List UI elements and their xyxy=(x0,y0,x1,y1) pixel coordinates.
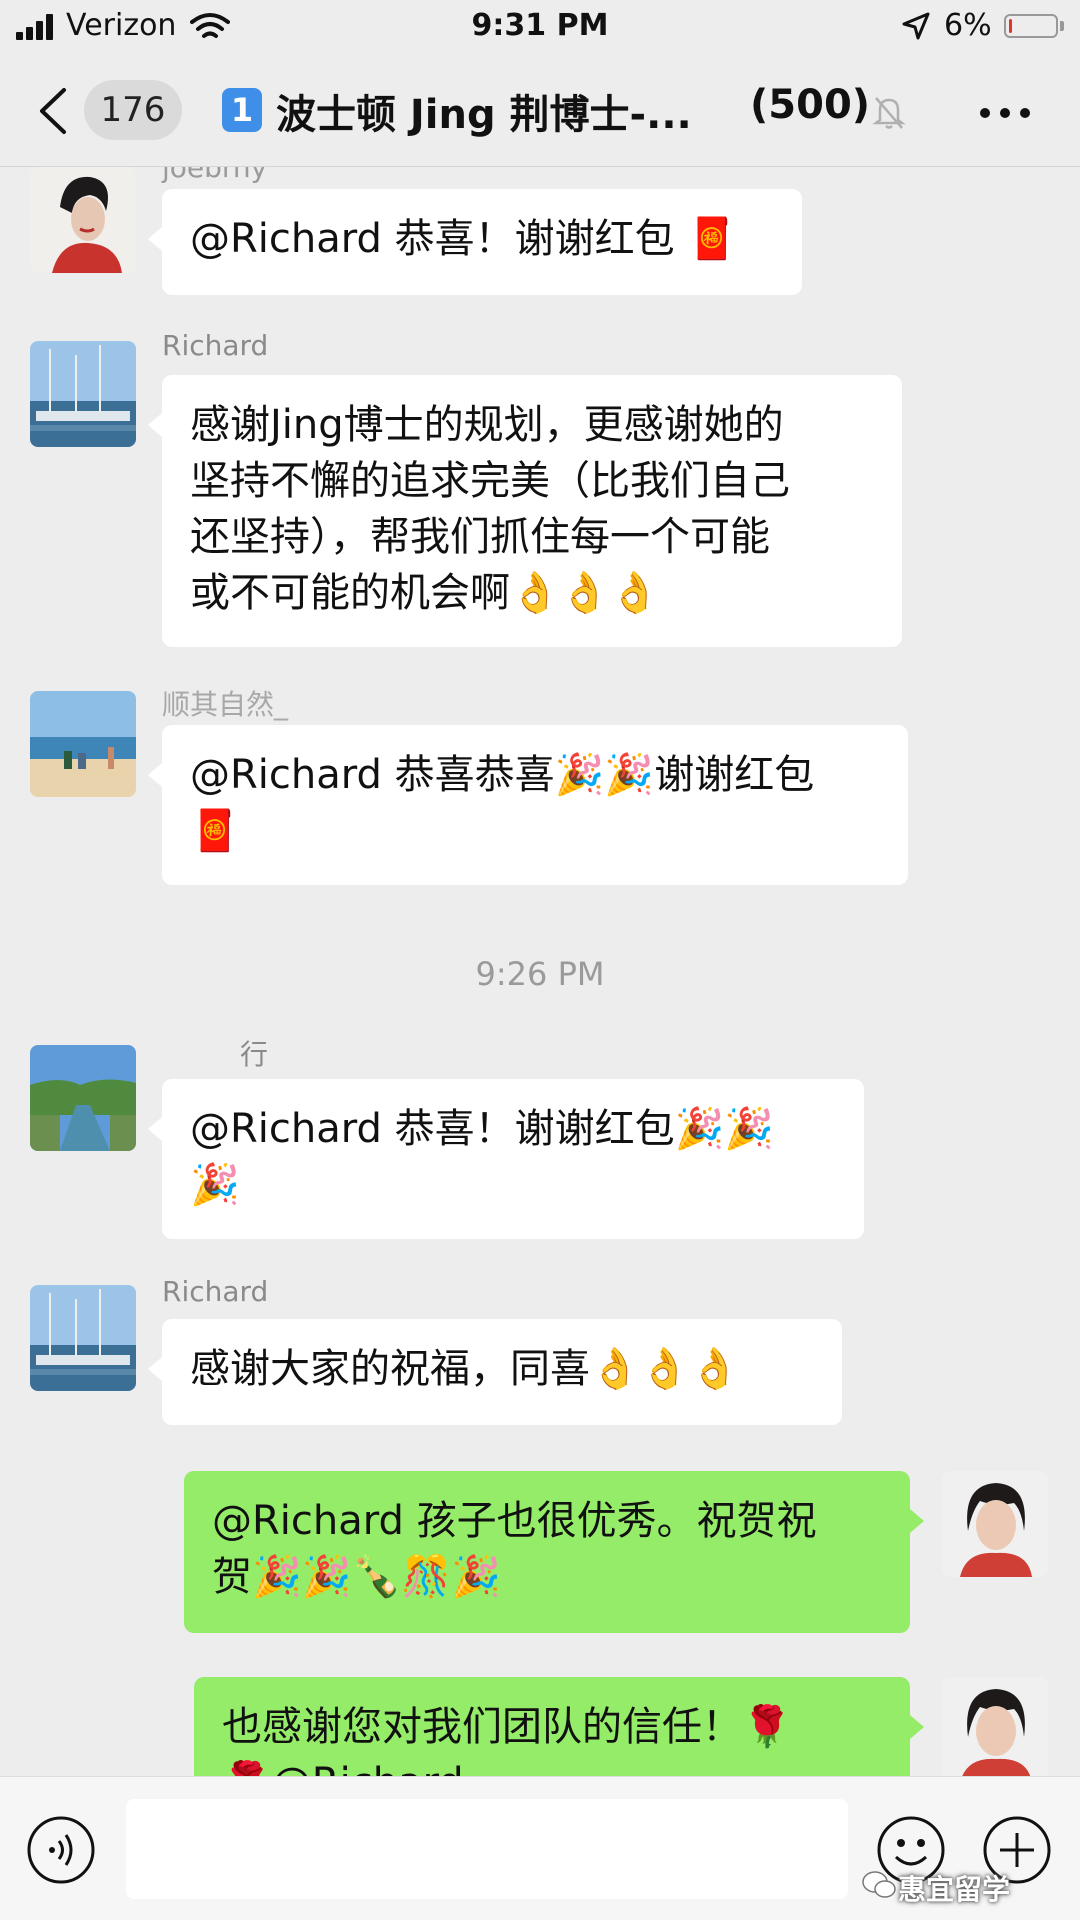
bell-slash-icon xyxy=(872,97,906,129)
member-count: (500) xyxy=(750,82,871,128)
message-line: @Richard 孩子也很优秀。祝贺祝 xyxy=(212,1498,817,1544)
message-text: 感谢大家的祝福，同喜👌👌👌 xyxy=(190,1346,740,1392)
message-bubble[interactable]: @Richard 恭喜！谢谢红包 🧧 xyxy=(148,189,802,295)
battery-percent: 6% xyxy=(944,8,992,43)
chat-title[interactable]: 波士顿 Jing 荆博士-... xyxy=(276,82,692,140)
my-avatar[interactable] xyxy=(942,1677,1048,1777)
harbor-image xyxy=(30,1285,136,1391)
message-bubble[interactable]: @Richard 恭喜恭喜🎉🎉谢谢红包 🧧 xyxy=(148,725,908,885)
wechat-logo-icon xyxy=(862,1871,896,1898)
message-line: 🌹@Richard xyxy=(222,1755,882,1777)
portrait-image xyxy=(30,167,136,273)
status-bar: Verizon 9:31 PM 6% xyxy=(0,0,1080,56)
avatar[interactable] xyxy=(30,341,136,447)
location-arrow-icon xyxy=(902,12,930,40)
sender-name: 行 xyxy=(240,1038,269,1071)
battery-tip xyxy=(1060,21,1064,31)
avatar[interactable] xyxy=(30,167,136,273)
message-bubble[interactable]: 感谢Jing博士的规划，更感谢她的 坚持不懈的追求完美（比我们自己 还坚持），帮… xyxy=(148,375,902,647)
group-number-badge: 1 xyxy=(222,88,262,132)
battery-icon xyxy=(1004,14,1058,38)
avatar[interactable] xyxy=(30,1285,136,1391)
harbor-image xyxy=(30,341,136,447)
back-chevron-left-icon[interactable] xyxy=(34,86,74,136)
message-line: 感谢Jing博士的规划，更感谢她的 xyxy=(190,402,784,448)
message-text: @Richard 恭喜！谢谢红包 🧧 xyxy=(190,216,738,262)
message-line: 🧧 xyxy=(190,808,240,854)
message-line: 贺🎉🎉🍾🎊🎉 xyxy=(212,1554,502,1600)
wechat-group-chat-screen: Verizon 9:31 PM 6% 176 1 波士顿 Jing 荆博士-..… xyxy=(0,0,1080,1920)
unread-count-badge[interactable]: 176 xyxy=(84,80,182,140)
time-divider: 9:26 PM xyxy=(475,955,605,993)
portrait-image xyxy=(942,1471,1048,1577)
voice-icon[interactable] xyxy=(26,1815,96,1885)
message-bubble-outgoing[interactable]: 也感谢您对我们团队的信任！🌹 🌹@Richard xyxy=(194,1677,924,1777)
message-line: 或不可能的机会啊👌👌👌 xyxy=(190,570,660,616)
watermark-text: 惠宜留学 xyxy=(898,1873,1011,1906)
message-line: 还坚持），帮我们抓住每一个可能 xyxy=(190,514,770,560)
message-bubble-outgoing[interactable]: @Richard 孩子也很优秀。祝贺祝 贺🎉🎉🍾🎊🎉 xyxy=(184,1471,924,1633)
message-bubble[interactable]: 感谢大家的祝福，同喜👌👌👌 xyxy=(148,1319,842,1425)
chat-header: 176 1 波士顿 Jing 荆博士-... (500) xyxy=(0,56,1080,167)
sender-name: joebrny xyxy=(162,167,268,184)
avatar[interactable] xyxy=(30,1045,136,1151)
ellipsis-icon[interactable] xyxy=(980,108,1030,120)
message-line: @Richard 恭喜恭喜🎉🎉谢谢红包 xyxy=(190,752,815,798)
message-line: 也感谢您对我们团队的信任！🌹 xyxy=(222,1704,792,1750)
sender-name: Richard xyxy=(162,329,269,362)
message-line: @Richard 恭喜！谢谢红包🎉🎉 xyxy=(190,1106,775,1152)
message-bubble[interactable]: @Richard 恭喜！谢谢红包🎉🎉 🎉 xyxy=(148,1079,864,1239)
portrait-image xyxy=(942,1677,1048,1777)
message-line: 🎉 xyxy=(190,1162,240,1208)
message-line: 坚持不懈的追求完美（比我们自己 xyxy=(190,458,790,504)
message-input[interactable] xyxy=(126,1799,848,1899)
beach-image xyxy=(30,691,136,797)
avatar[interactable] xyxy=(30,691,136,797)
sender-name: 顺其自然_ xyxy=(162,688,289,721)
my-avatar[interactable] xyxy=(942,1471,1048,1577)
battery-fill xyxy=(1009,19,1012,33)
sender-name: Richard xyxy=(162,1275,269,1308)
message-list[interactable]: joebrny @Richard 恭喜！谢谢红包 🧧 Richard 感谢Jin… xyxy=(0,167,1080,1777)
canal-image xyxy=(30,1045,136,1151)
